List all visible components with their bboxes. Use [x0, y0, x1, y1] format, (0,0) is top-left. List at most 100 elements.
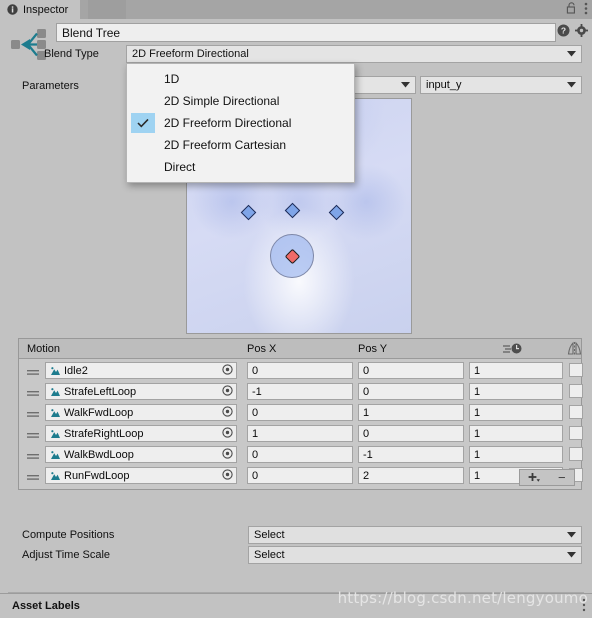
compute-positions-value: Select	[254, 529, 285, 541]
motion-name: StrafeLeftLoop	[64, 385, 137, 398]
speed-field[interactable]: 1	[469, 404, 563, 421]
speed-value: 1	[474, 364, 481, 377]
pos-x-value: 1	[252, 427, 259, 440]
inspector-tab-tools	[566, 0, 588, 19]
inspector-tab-bar: Inspector	[0, 0, 592, 20]
menu-item-blend-type[interactable]: 1D	[127, 68, 354, 90]
pos-x-field[interactable]: 0	[247, 362, 353, 379]
blend-type-value: 2D Freeform Directional	[132, 48, 249, 60]
chevron-down-icon	[567, 79, 576, 91]
speed-field[interactable]: 1	[469, 362, 563, 379]
column-header-pos-x: Pos X	[247, 343, 277, 355]
add-motion-button[interactable]	[528, 472, 541, 484]
blend-sample-marker[interactable]	[284, 202, 301, 219]
blend-type-dropdown[interactable]: 2D Freeform Directional	[126, 45, 582, 63]
pos-x-value: 0	[252, 364, 259, 377]
menu-item-blend-type[interactable]: 2D Freeform Directional	[127, 112, 354, 134]
motion-name: StrafeRightLoop	[64, 427, 144, 440]
object-picker-icon[interactable]	[222, 447, 233, 462]
tab-inspector[interactable]: Inspector	[0, 0, 81, 19]
menu-item-blend-type[interactable]: 2D Simple Directional	[127, 90, 354, 112]
speed-field[interactable]: 1	[469, 425, 563, 442]
asset-header-icons: ?	[557, 24, 588, 40]
chevron-down-icon	[567, 48, 576, 60]
object-picker-icon[interactable]	[222, 426, 233, 441]
motion-field[interactable]: StrafeLeftLoop	[45, 383, 237, 400]
pos-x-field[interactable]: -1	[247, 383, 353, 400]
help-icon[interactable]: ?	[557, 24, 570, 40]
pos-x-field[interactable]: 0	[247, 446, 353, 463]
motion-field[interactable]: StrafeRightLoop	[45, 425, 237, 442]
menu-item-label: 1D	[164, 72, 180, 86]
table-row: StrafeLeftLoop -1 0 1	[19, 381, 583, 402]
blend-sample-marker[interactable]	[240, 204, 257, 221]
svg-text:?: ?	[561, 26, 566, 36]
drag-handle-icon[interactable]	[27, 451, 39, 463]
pos-y-field[interactable]: 0	[358, 425, 464, 442]
pos-y-field[interactable]: 0	[358, 383, 464, 400]
menu-item-label: Direct	[164, 160, 196, 174]
speed-field[interactable]: 1	[469, 446, 563, 463]
asset-name-field[interactable]: Blend Tree	[56, 23, 556, 42]
gear-icon[interactable]	[575, 24, 588, 40]
menu-item-blend-type[interactable]: Direct	[127, 156, 354, 178]
object-picker-icon[interactable]	[222, 405, 233, 420]
adjust-time-scale-row: Adjust Time Scale Select	[0, 546, 592, 566]
animation-clip-icon	[50, 429, 61, 439]
speed-value: 1	[474, 385, 481, 398]
parameters-label: Parameters	[22, 80, 79, 92]
table-row: StrafeRightLoop 1 0 1	[19, 423, 583, 444]
pos-y-value: -1	[363, 448, 373, 461]
menu-item-label: 2D Freeform Cartesian	[164, 138, 287, 152]
pos-y-field[interactable]: 0	[358, 362, 464, 379]
pos-x-field[interactable]: 0	[247, 404, 353, 421]
kebab-menu-icon[interactable]	[584, 2, 588, 18]
blend-sample-marker[interactable]	[328, 204, 345, 221]
pos-y-value: 1	[363, 406, 370, 419]
parameter-y-dropdown[interactable]: input_y	[420, 76, 582, 94]
speed-field[interactable]: 1	[469, 383, 563, 400]
mirror-checkbox[interactable]	[569, 405, 583, 419]
motion-field[interactable]: WalkFwdLoop	[45, 404, 237, 421]
mirror-icon	[566, 341, 583, 359]
kebab-menu-icon[interactable]	[582, 598, 586, 615]
pos-y-value: 0	[363, 427, 370, 440]
adjust-time-scale-value: Select	[254, 549, 285, 561]
chevron-down-icon	[401, 79, 410, 91]
motion-name: WalkBwdLoop	[64, 448, 134, 461]
table-row: Idle2 0 0 1	[19, 360, 583, 381]
animation-clip-icon	[50, 408, 61, 418]
speed-value: 1	[474, 427, 481, 440]
drag-handle-icon[interactable]	[27, 430, 39, 442]
motion-field[interactable]: WalkBwdLoop	[45, 446, 237, 463]
table-row: WalkBwdLoop 0 -1 1	[19, 444, 583, 465]
mirror-checkbox[interactable]	[569, 447, 583, 461]
animation-clip-icon	[50, 387, 61, 397]
motion-table-header: Motion Pos X Pos Y	[19, 339, 583, 359]
tab-inspector-label: Inspector	[23, 3, 69, 16]
mirror-checkbox[interactable]	[569, 426, 583, 440]
blend-type-label: Blend Type	[44, 48, 99, 60]
drag-handle-icon[interactable]	[27, 409, 39, 421]
object-picker-icon[interactable]	[222, 384, 233, 399]
mirror-checkbox[interactable]	[569, 384, 583, 398]
pos-y-field[interactable]: -1	[358, 446, 464, 463]
object-picker-icon[interactable]	[222, 363, 233, 378]
pos-x-field[interactable]: 1	[247, 425, 353, 442]
pos-y-field[interactable]: 1	[358, 404, 464, 421]
parameter-y-value: input_y	[426, 79, 462, 91]
drag-handle-icon[interactable]	[27, 367, 39, 379]
motion-table-footer: −	[19, 467, 581, 489]
menu-item-blend-type[interactable]: 2D Freeform Cartesian	[127, 134, 354, 156]
motion-field[interactable]: Idle2	[45, 362, 237, 379]
blend-type-menu[interactable]: 1D 2D Simple Directional 2D Freeform Direc…	[126, 63, 355, 183]
mirror-checkbox[interactable]	[569, 363, 583, 377]
asset-labels-bar: Asset Labels	[0, 593, 592, 618]
lock-icon[interactable]	[566, 2, 577, 17]
adjust-time-scale-label: Adjust Time Scale	[22, 549, 111, 561]
adjust-time-scale-dropdown[interactable]: Select	[248, 546, 582, 564]
compute-positions-dropdown[interactable]: Select	[248, 526, 582, 544]
check-icon	[131, 113, 155, 133]
drag-handle-icon[interactable]	[27, 388, 39, 400]
remove-motion-button[interactable]: −	[558, 471, 566, 484]
